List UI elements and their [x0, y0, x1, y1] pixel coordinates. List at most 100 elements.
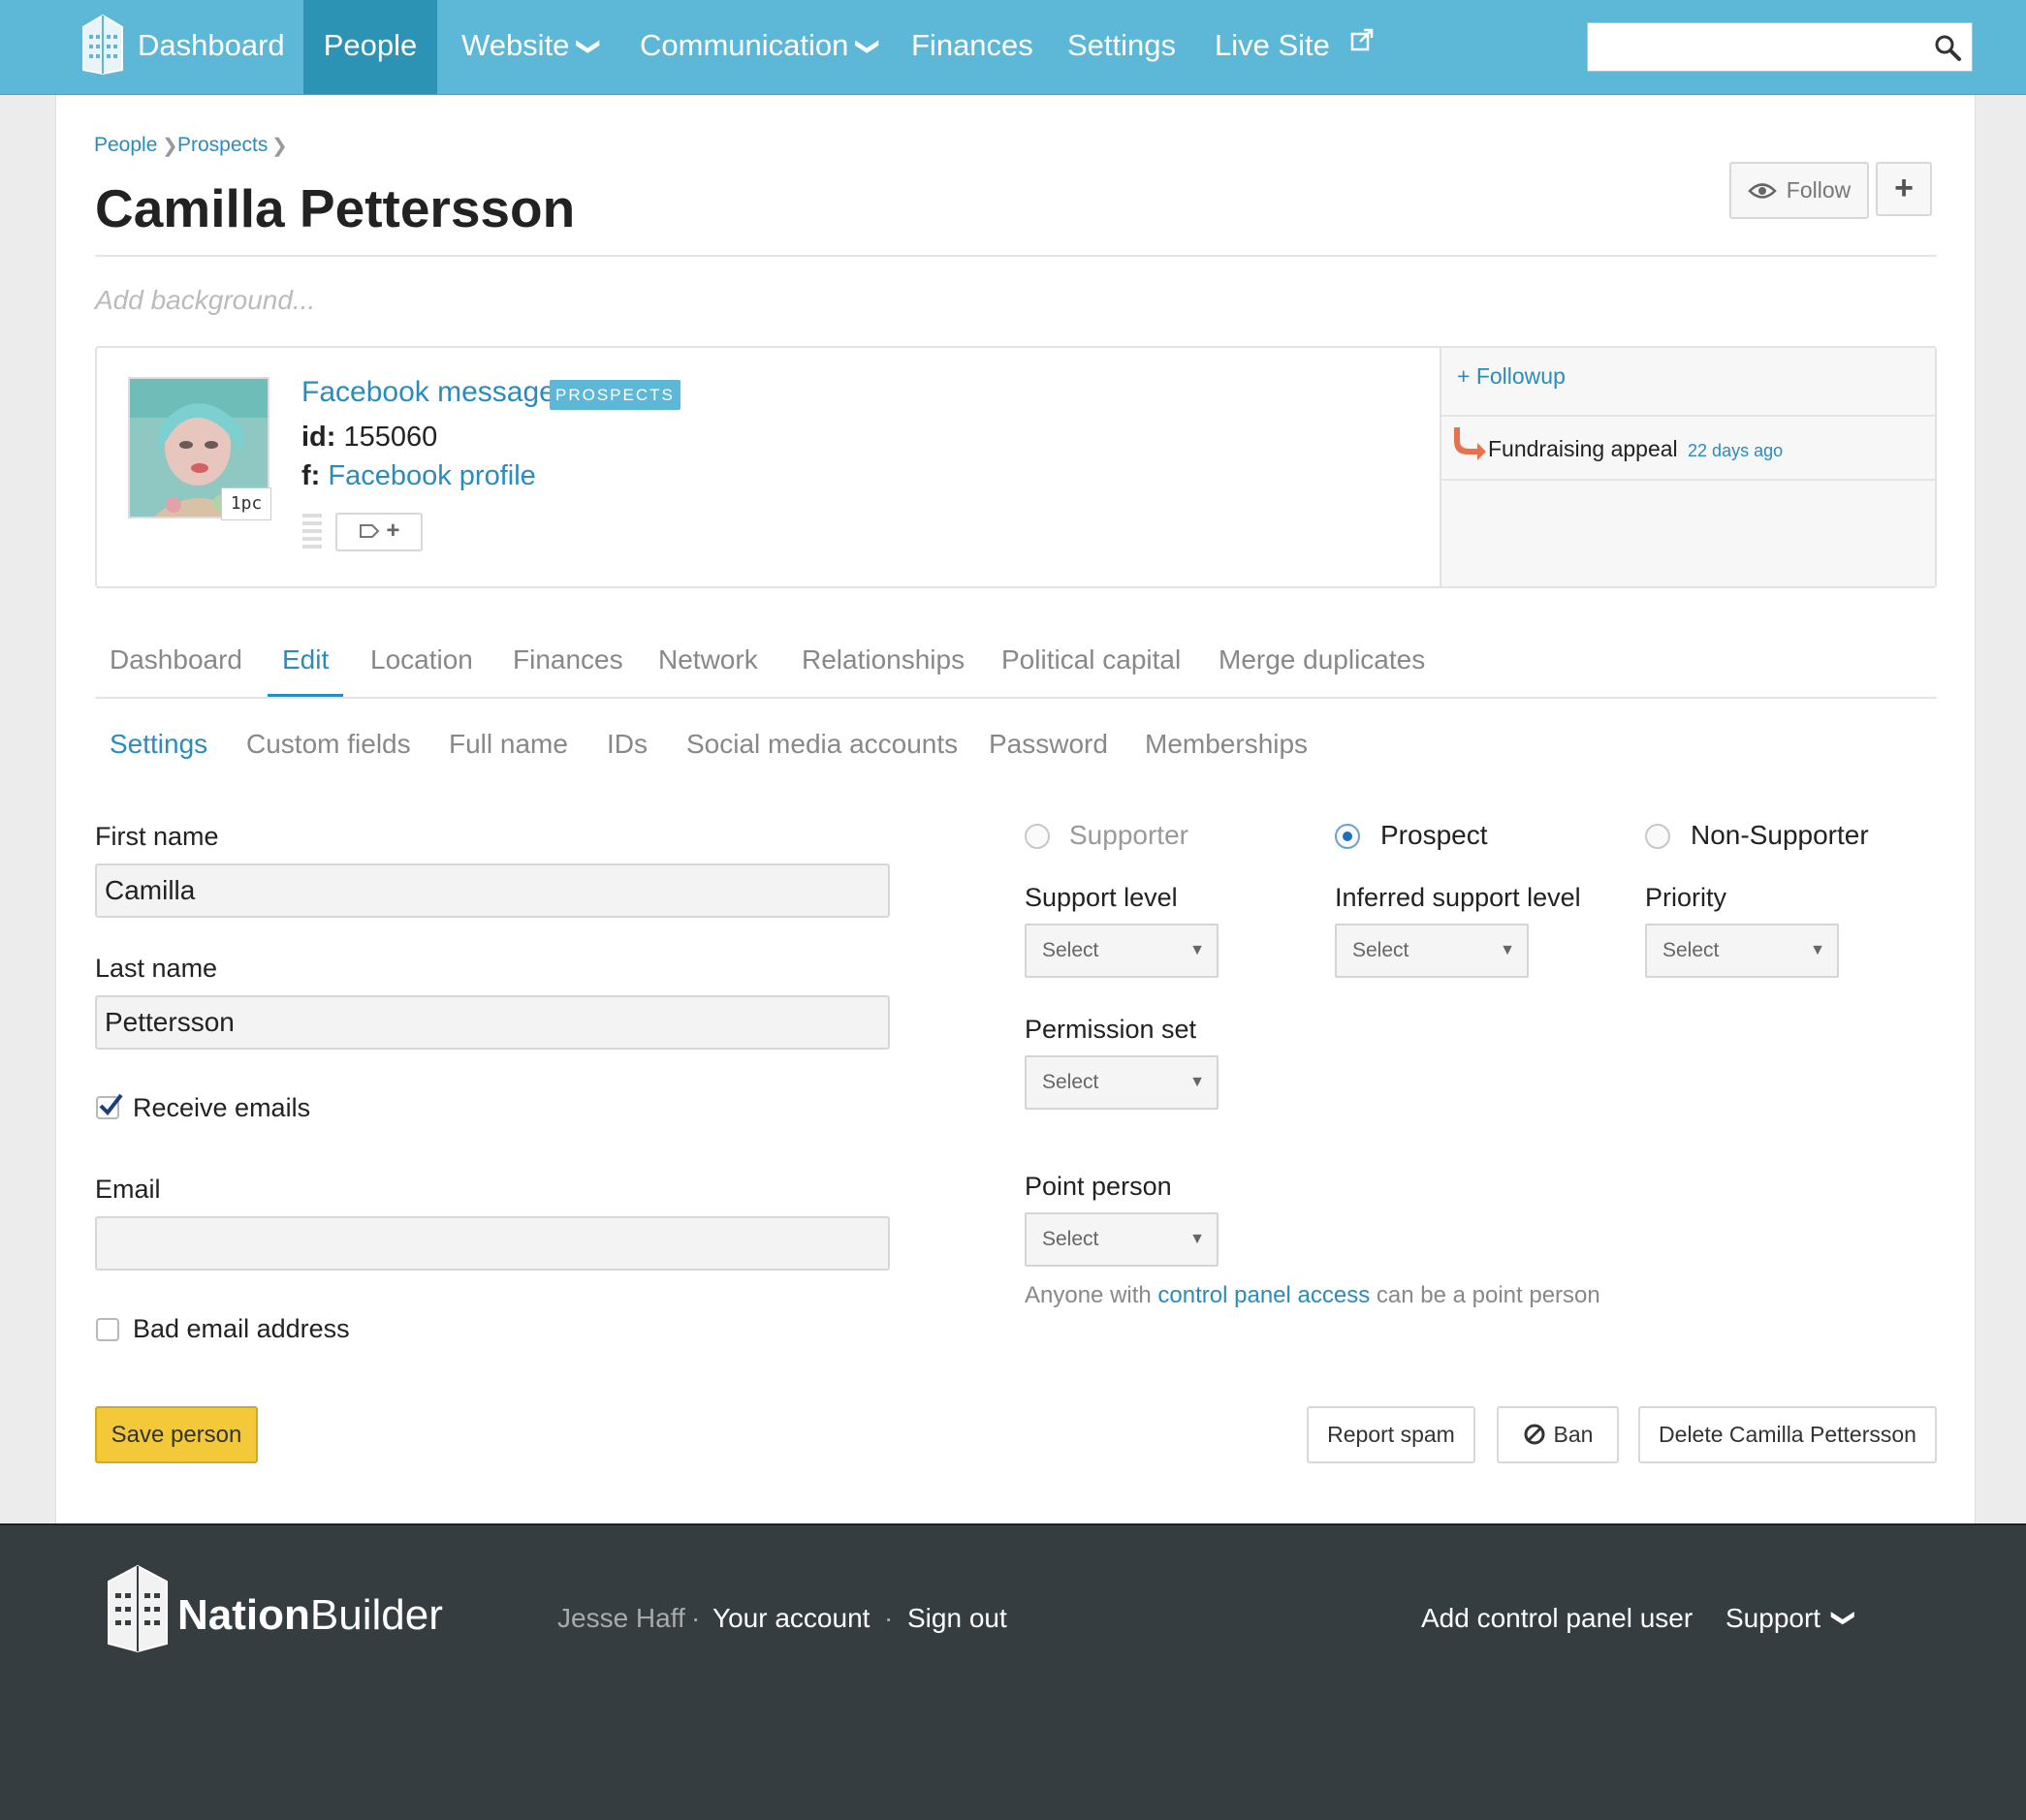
eye-icon	[1747, 183, 1777, 199]
followup-arrow-icon	[1454, 427, 1486, 460]
followup-item[interactable]: Fundraising appeal 22 days ago	[1488, 436, 1783, 462]
radio-non-supporter-label: Non-Supporter	[1691, 820, 1869, 850]
email-input[interactable]	[95, 1216, 890, 1271]
support-level-label: Support level	[1025, 883, 1178, 912]
tab-network[interactable]: Network	[658, 644, 758, 675]
tab-edit[interactable]: Edit	[282, 644, 329, 675]
email-label: Email	[95, 1175, 161, 1204]
subtab-social-media-accounts[interactable]: Social media accounts	[686, 729, 958, 760]
plus-icon: +	[1894, 170, 1914, 206]
plus-icon: +	[386, 518, 400, 544]
nationbuilder-logo-icon[interactable]	[103, 1564, 173, 1653]
subtab-full-name[interactable]: Full name	[449, 729, 568, 760]
sign-out-link[interactable]: Sign out	[907, 1603, 1007, 1634]
brand-builder: Builder	[309, 1591, 443, 1639]
page-title: Camilla Pettersson	[95, 178, 576, 238]
checkmark-icon	[99, 1093, 123, 1116]
radio-prospect-label: Prospect	[1380, 820, 1488, 850]
support-menu[interactable]: Support ❯	[1725, 1603, 1857, 1634]
source-link[interactable]: Facebook message	[301, 376, 555, 409]
caret-down-icon: ▼	[1189, 1231, 1205, 1247]
drag-handle-icon[interactable]	[302, 514, 322, 549]
point-person-label: Point person	[1025, 1172, 1172, 1201]
delete-person-button[interactable]: Delete Camilla Pettersson	[1638, 1406, 1937, 1463]
tab-merge-duplicates[interactable]: Merge duplicates	[1219, 644, 1425, 675]
radio-supporter[interactable]	[1025, 824, 1050, 849]
receive-emails-label: Receive emails	[133, 1093, 311, 1122]
report-spam-button[interactable]: Report spam	[1307, 1406, 1475, 1463]
subtab-memberships[interactable]: Memberships	[1145, 729, 1308, 760]
your-account-link[interactable]: Your account	[712, 1603, 870, 1634]
radio-non-supporter[interactable]	[1645, 824, 1670, 849]
bad-email-checkbox[interactable]	[96, 1318, 119, 1341]
control-panel-access-link[interactable]: control panel access	[1157, 1282, 1370, 1308]
tabs-divider	[95, 697, 1937, 699]
tab-finances[interactable]: Finances	[513, 644, 623, 675]
followup-divider	[1441, 415, 1935, 417]
last-name-input[interactable]: Pettersson	[95, 995, 890, 1050]
id-label: id:	[301, 422, 336, 453]
add-button[interactable]: +	[1876, 162, 1932, 216]
nav-finances[interactable]: Finances	[911, 0, 1033, 94]
top-navigation: Dashboard People Website ❯ Communication ❯…	[0, 0, 2026, 95]
permission-set-value: Select	[1042, 1071, 1099, 1093]
facebook-profile-link[interactable]: Facebook profile	[328, 460, 535, 491]
search-icon[interactable]	[1933, 33, 1962, 62]
ban-button[interactable]: Ban	[1497, 1406, 1619, 1463]
subtab-settings[interactable]: Settings	[110, 729, 207, 760]
caret-down-icon: ▼	[1500, 942, 1515, 958]
inferred-support-level-value: Select	[1352, 939, 1409, 961]
support-label: Support	[1725, 1603, 1821, 1633]
tab-relationships[interactable]: Relationships	[802, 644, 965, 675]
subtab-custom-fields[interactable]: Custom fields	[246, 729, 411, 760]
nav-website[interactable]: Website ❯	[461, 0, 602, 94]
inferred-support-level-select[interactable]: Select ▼	[1335, 924, 1529, 978]
bad-email-label: Bad email address	[133, 1314, 350, 1343]
main-panel	[55, 95, 1976, 1523]
point-note-after: can be a point person	[1376, 1282, 1600, 1308]
nav-live-site[interactable]: Live Site	[1215, 0, 1376, 94]
first-name-input[interactable]: Camilla	[95, 863, 890, 918]
footer-dot: ·	[884, 1603, 894, 1633]
receive-emails-checkbox[interactable]	[96, 1093, 123, 1119]
subtab-ids[interactable]: IDs	[607, 729, 648, 760]
tab-location[interactable]: Location	[370, 644, 473, 675]
chevron-down-icon: ❯	[576, 36, 603, 57]
footer	[0, 1523, 2026, 1820]
chevron-down-icon: ❯	[1830, 1608, 1857, 1628]
facebook-row: f: Facebook profile	[301, 460, 536, 492]
subtab-password[interactable]: Password	[989, 729, 1108, 760]
priority-value: Select	[1662, 939, 1720, 961]
avatar-badge: 1pc	[221, 487, 271, 520]
add-background-field[interactable]: Add background...	[95, 285, 315, 316]
add-control-panel-user-link[interactable]: Add control panel user	[1421, 1603, 1693, 1634]
tag-prospects[interactable]: PROSPECTS	[550, 380, 681, 410]
nav-settings[interactable]: Settings	[1067, 0, 1176, 94]
priority-select[interactable]: Select ▼	[1645, 924, 1839, 978]
tab-dashboard[interactable]: Dashboard	[110, 644, 242, 675]
nav-communication[interactable]: Communication ❯	[640, 0, 881, 94]
search-input[interactable]	[1587, 22, 1973, 72]
follow-button[interactable]: Follow	[1729, 162, 1869, 219]
support-level-value: Select	[1042, 939, 1099, 961]
nationbuilder-wordmark[interactable]: NationBuilder	[177, 1591, 443, 1640]
radio-prospect[interactable]	[1335, 824, 1360, 849]
caret-down-icon: ▼	[1189, 942, 1205, 958]
support-level-select[interactable]: Select ▼	[1025, 924, 1219, 978]
radio-supporter-label: Supporter	[1069, 820, 1188, 850]
breadcrumb-prospects[interactable]: Prospects	[177, 134, 268, 157]
save-person-button[interactable]: Save person	[95, 1406, 258, 1463]
add-tag-button[interactable]: +	[335, 513, 423, 551]
nationbuilder-logo-icon[interactable]	[79, 14, 126, 76]
add-followup-link[interactable]: + Followup	[1457, 363, 1566, 390]
breadcrumb-separator-icon: ❯	[162, 136, 178, 157]
point-person-select[interactable]: Select ▼	[1025, 1212, 1219, 1267]
last-name-label: Last name	[95, 954, 218, 983]
nav-dashboard[interactable]: Dashboard	[138, 0, 285, 94]
nav-communication-label: Communication	[640, 28, 849, 62]
nav-people[interactable]: People	[303, 0, 437, 94]
breadcrumb-people[interactable]: People	[94, 134, 157, 157]
permission-set-select[interactable]: Select ▼	[1025, 1055, 1219, 1110]
tab-political-capital[interactable]: Political capital	[1001, 644, 1181, 675]
ban-icon	[1524, 1424, 1545, 1445]
